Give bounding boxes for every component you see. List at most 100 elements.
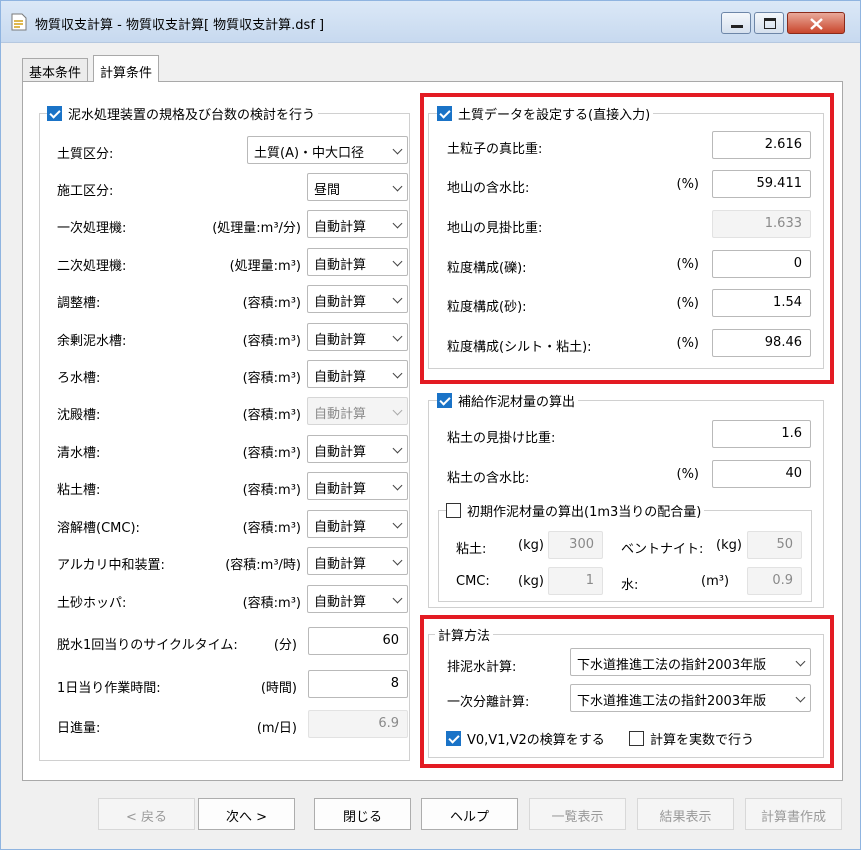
maximize-button[interactable] — [754, 12, 784, 34]
initial-mud-checkbox[interactable] — [446, 503, 461, 518]
soil-class-value: 土質(A)・中大口径 — [254, 146, 365, 161]
dissolve-tank-label: 溶解槽(CMC): — [57, 521, 140, 536]
chevron-down-icon — [392, 293, 403, 304]
work-hours-unit: (時間) — [260, 681, 297, 696]
close-dialog-button[interactable]: 閉じる — [314, 798, 411, 830]
filtrate-tank-label: ろ水槽: — [57, 371, 101, 386]
dissolve-tank-select[interactable]: 自動計算 — [307, 510, 408, 538]
daily-progress-unit: (m/日) — [256, 721, 297, 736]
clay-amount-unit: (kg) — [518, 538, 544, 553]
chevron-down-icon — [392, 256, 403, 267]
chevron-down-icon — [392, 331, 403, 342]
adjust-tank-value: 自動計算 — [314, 295, 367, 310]
work-hours-field[interactable]: 8 — [308, 670, 408, 698]
alkali-neutralizer-select[interactable]: 自動計算 — [307, 547, 408, 575]
clay-apparent-sg-field[interactable]: 1.6 — [712, 420, 811, 448]
construction-class-value: 昼間 — [314, 183, 341, 198]
primary-processor-select[interactable]: 自動計算 — [307, 210, 408, 238]
maximize-icon — [764, 18, 776, 29]
dissolve-tank-value: 自動計算 — [314, 520, 367, 535]
document-icon — [11, 13, 27, 31]
initial-mud-checkbox-label: 初期作泥材量の算出(1m3当りの配合量) — [467, 505, 702, 520]
tab-basic-conditions[interactable]: 基本条件 — [22, 58, 89, 81]
alkali-neutralizer-unit: (容積:m³/時) — [225, 558, 301, 573]
initial-mud-check-option[interactable]: 初期作泥材量の算出(1m3当りの配合量) — [446, 501, 705, 520]
chevron-down-icon — [392, 405, 403, 416]
sand-hopper-value: 自動計算 — [314, 595, 367, 610]
adjust-tank-label: 調整槽: — [57, 296, 101, 311]
alkali-neutralizer-label: アルカリ中和装置: — [57, 558, 165, 573]
chevron-down-icon — [392, 518, 403, 529]
surplus-tank-unit: (容積:m³) — [242, 334, 301, 349]
filtrate-tank-value: 自動計算 — [314, 370, 367, 385]
dissolve-tank-unit: (容積:m³) — [242, 521, 301, 536]
soil-class-label: 土質区分: — [57, 147, 114, 162]
bentonite-amount-unit: (kg) — [716, 538, 742, 553]
surplus-tank-value: 自動計算 — [314, 333, 367, 348]
surplus-tank-label: 余剰泥水槽: — [57, 334, 127, 349]
equipment-checkbox[interactable] — [47, 106, 62, 121]
back-button[interactable]: < 戻る — [98, 798, 195, 830]
close-button[interactable] — [787, 12, 845, 34]
result-view-button[interactable]: 結果表示 — [637, 798, 734, 830]
chevron-down-icon — [392, 218, 403, 229]
cycle-time-label: 脱水1回当りのサイクルタイム: — [57, 638, 238, 653]
cmc-amount-label: CMC: — [456, 574, 490, 589]
filtrate-tank-select[interactable]: 自動計算 — [307, 360, 408, 388]
calc-method-highlight — [420, 615, 834, 768]
clear-water-tank-unit: (容積:m³) — [242, 446, 301, 461]
filtrate-tank-unit: (容積:m³) — [242, 371, 301, 386]
settling-tank-select: 自動計算 — [307, 397, 408, 425]
chevron-down-icon — [392, 480, 403, 491]
clay-water-content-field[interactable]: 40 — [712, 460, 811, 488]
clay-tank-unit: (容積:m³) — [242, 483, 301, 498]
surplus-tank-select[interactable]: 自動計算 — [307, 323, 408, 351]
clear-water-tank-select[interactable]: 自動計算 — [307, 435, 408, 463]
settling-tank-value: 自動計算 — [314, 407, 367, 422]
settling-tank-unit: (容積:m³) — [242, 408, 301, 423]
secondary-processor-unit: (処理量:m³) — [229, 259, 301, 274]
clay-tank-select[interactable]: 自動計算 — [307, 472, 408, 500]
next-button[interactable]: 次へ > — [198, 798, 295, 830]
soil-class-select[interactable]: 土質(A)・中大口径 — [247, 136, 408, 164]
bentonite-amount-field: 50 — [747, 531, 802, 559]
sand-hopper-select[interactable]: 自動計算 — [307, 585, 408, 613]
clay-apparent-sg-label: 粘土の見掛け比重: — [447, 431, 556, 446]
cycle-time-field[interactable]: 60 — [308, 627, 408, 655]
water-amount-field: 0.9 — [747, 567, 802, 595]
window-title: 物質収支計算 - 物質収支計算[ 物質収支計算.dsf ] — [35, 18, 325, 33]
secondary-processor-label: 二次処理機: — [57, 259, 127, 274]
sand-hopper-label: 土砂ホッパ: — [57, 596, 127, 611]
primary-processor-label: 一次処理機: — [57, 221, 127, 236]
primary-processor-unit: (処理量:m³/分) — [212, 221, 301, 236]
supply-mud-check-option[interactable]: 補給作泥材量の算出 — [437, 391, 579, 410]
adjust-tank-unit: (容積:m³) — [242, 296, 301, 311]
minimize-button[interactable] — [721, 12, 751, 34]
clay-water-content-unit: (%) — [676, 467, 700, 482]
chevron-down-icon — [392, 555, 403, 566]
daily-progress-label: 日進量: — [57, 721, 101, 736]
supply-mud-checkbox-label: 補給作泥材量の算出 — [458, 395, 576, 410]
tab-calc-conditions[interactable]: 計算条件 — [93, 55, 160, 82]
chevron-down-icon — [392, 443, 403, 454]
adjust-tank-select[interactable]: 自動計算 — [307, 285, 408, 313]
water-amount-unit: (m³) — [701, 574, 730, 589]
primary-processor-value: 自動計算 — [314, 220, 367, 235]
construction-class-select[interactable]: 昼間 — [307, 173, 408, 201]
secondary-processor-value: 自動計算 — [314, 258, 367, 273]
app-window: 物質収支計算 - 物質収支計算[ 物質収支計算.dsf ] 基本条件 計算条件 … — [0, 0, 861, 850]
equipment-check-option[interactable]: 泥水処理装置の規格及び台数の検討を行う — [47, 104, 319, 123]
supply-mud-checkbox[interactable] — [437, 393, 452, 408]
help-button[interactable]: ヘルプ — [421, 798, 518, 830]
clear-water-tank-value: 自動計算 — [314, 445, 367, 460]
list-view-button[interactable]: 一覧表示 — [529, 798, 626, 830]
secondary-processor-select[interactable]: 自動計算 — [307, 248, 408, 276]
title-bar: 物質収支計算 - 物質収支計算[ 物質収支計算.dsf ] — [1, 1, 860, 43]
clay-tank-label: 粘土槽: — [57, 483, 101, 498]
chevron-down-icon — [392, 181, 403, 192]
chevron-down-icon — [392, 593, 403, 604]
close-icon — [810, 18, 823, 30]
chevron-down-icon — [392, 144, 403, 155]
clear-water-tank-label: 清水槽: — [57, 446, 101, 461]
create-report-button[interactable]: 計算書作成 — [745, 798, 842, 830]
